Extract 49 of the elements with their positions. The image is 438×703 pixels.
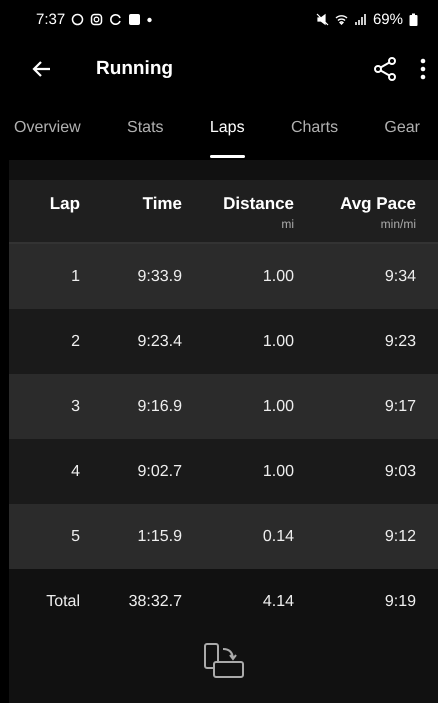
notification-icon xyxy=(71,12,84,26)
table-cell: 9:23.4 xyxy=(138,332,182,350)
table-cell: 1.00 xyxy=(262,332,294,350)
rotate-screen-icon[interactable] xyxy=(202,642,244,680)
column-header: Distance xyxy=(223,194,294,214)
share-icon[interactable] xyxy=(372,56,398,82)
table-cell: 9:16.9 xyxy=(138,398,182,416)
unit-label: mi xyxy=(281,217,294,231)
page-title: Running xyxy=(96,58,174,80)
table-cell: 9:12 xyxy=(384,528,416,546)
signal-icon xyxy=(354,12,367,26)
status-time: 7:37 xyxy=(36,10,66,28)
table-cell: 38:32.7 xyxy=(128,592,182,610)
column-header: Lap xyxy=(50,194,80,214)
wifi-icon xyxy=(334,12,348,26)
table-cell: 0.14 xyxy=(262,528,294,546)
table-cell: 5 xyxy=(71,528,80,546)
table-cell: 4 xyxy=(71,462,80,480)
tab[interactable]: Laps xyxy=(210,100,245,160)
table-cell: 1:15.9 xyxy=(138,528,182,546)
table-cell: 3 xyxy=(71,398,80,416)
column-header: Avg Pace xyxy=(340,194,416,214)
battery-percent: 69% xyxy=(372,10,403,28)
table-cell: 9:03 xyxy=(384,462,416,480)
sync-icon xyxy=(109,12,122,26)
notification-icon xyxy=(90,12,104,26)
table-cell: 9:17 xyxy=(384,398,416,416)
table-cell: Total xyxy=(46,592,80,610)
table-cell: 1 xyxy=(71,268,80,286)
table-cell: 9:34 xyxy=(384,268,416,286)
notification-icon xyxy=(128,12,142,26)
battery-icon xyxy=(409,12,418,26)
table-cell: 1.00 xyxy=(262,398,294,416)
table-cell: 9:19 xyxy=(384,592,416,610)
table-cell: 9:33.9 xyxy=(138,268,182,286)
table-cell: 9:02.7 xyxy=(138,462,182,480)
table-cell: 1.00 xyxy=(262,462,294,480)
column-header: Time xyxy=(142,194,182,214)
tab[interactable]: Stats xyxy=(127,100,164,160)
mute-icon xyxy=(316,12,329,26)
table-cell: 9:23 xyxy=(384,332,416,350)
tab[interactable]: Charts xyxy=(290,100,338,160)
table-cell: 1.00 xyxy=(262,268,294,286)
tab[interactable]: Overview xyxy=(14,100,81,160)
unit-label: min/mi xyxy=(380,217,416,231)
more-options-icon[interactable] xyxy=(420,58,426,80)
table-cell: 4.14 xyxy=(262,592,294,610)
table-cell: 2 xyxy=(71,332,80,350)
tab[interactable]: Gear xyxy=(384,100,420,160)
